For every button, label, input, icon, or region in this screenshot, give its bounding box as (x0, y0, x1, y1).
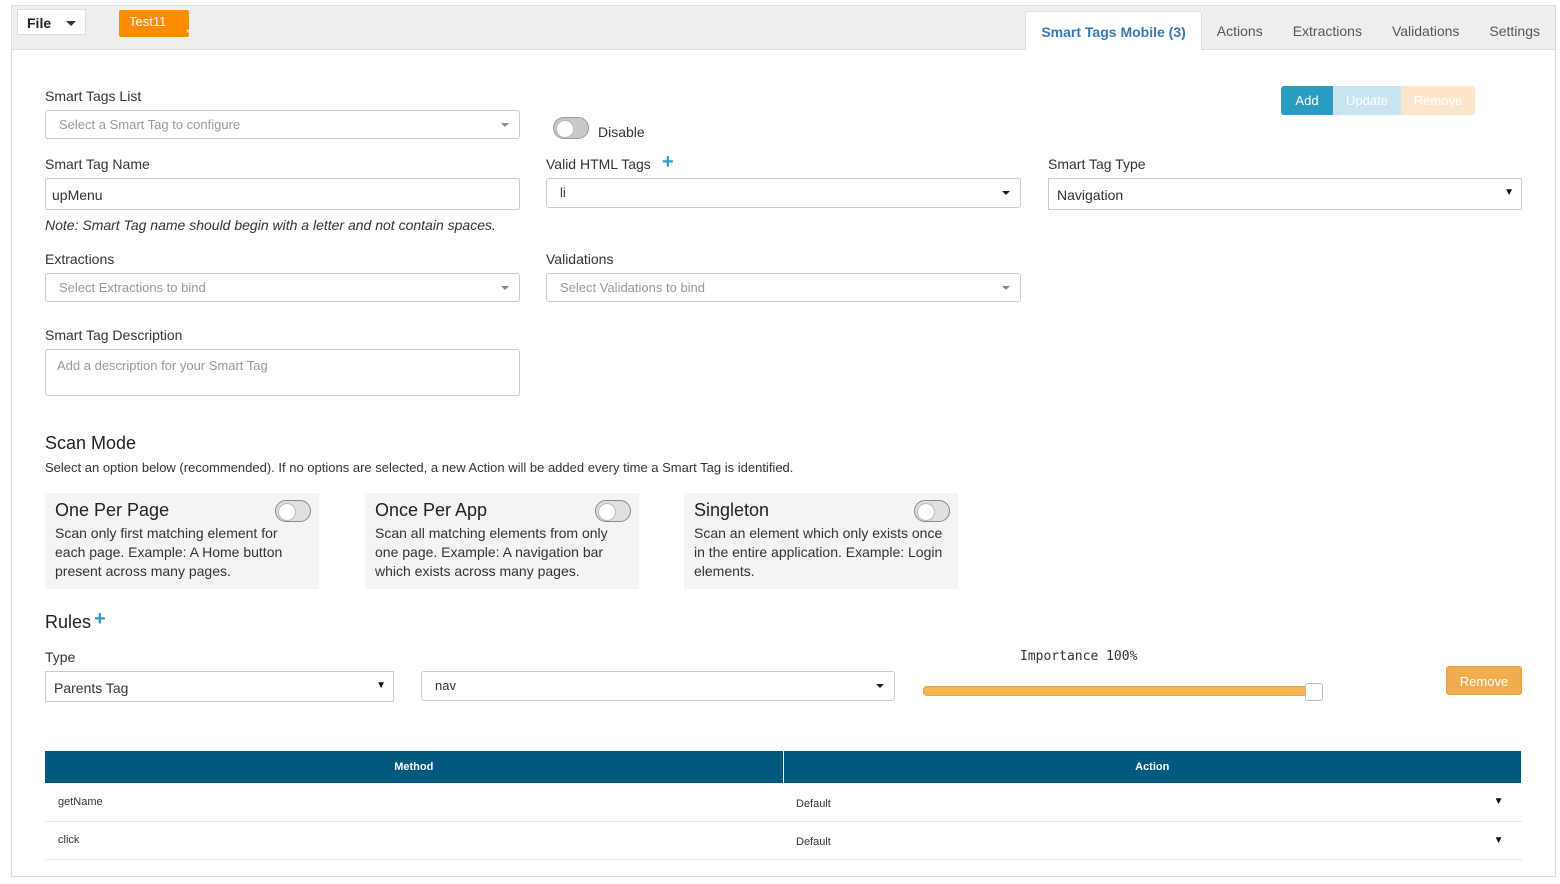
once-per-app-toggle[interactable] (595, 500, 631, 522)
chevron-down-icon (1002, 286, 1010, 290)
method-cell: getName (45, 783, 783, 822)
validations-label: Validations (546, 251, 614, 267)
remove-smart-tag-button[interactable]: Remove (1401, 86, 1475, 115)
importance-slider-handle[interactable] (1305, 683, 1323, 701)
tab-smart-tags-mobile[interactable]: Smart Tags Mobile (3) (1025, 11, 1202, 51)
extractions-label: Extractions (45, 251, 115, 267)
disable-toggle[interactable] (553, 117, 589, 139)
add-html-tag-icon[interactable]: + (662, 151, 674, 174)
valid-html-tags-value: li (560, 185, 566, 200)
file-menu-label: File (27, 15, 52, 31)
scan-mode-option-text: Scan only first matching element for eac… (55, 525, 283, 579)
action-select-value[interactable]: Default (796, 798, 831, 810)
action-cell[interactable]: Default ▼ (783, 783, 1522, 822)
modified-indicator: * (186, 28, 190, 39)
tab-extractions[interactable]: Extractions (1278, 11, 1377, 51)
rule-tag-value: nav (435, 678, 456, 693)
importance-slider-track[interactable] (923, 686, 1323, 696)
chevron-down-icon (501, 286, 509, 290)
remove-rule-button[interactable]: Remove (1446, 666, 1522, 695)
file-menu-button[interactable]: File (17, 9, 86, 35)
chevron-down-icon (1002, 191, 1010, 195)
smart-tag-name-label: Smart Tag Name (45, 156, 150, 172)
smart-tag-type-select[interactable]: Navigation ▼ (1048, 178, 1522, 210)
update-button[interactable]: Update (1333, 86, 1401, 115)
scan-mode-title: Scan Mode (45, 433, 137, 453)
scan-mode-option-text: Scan all matching elements from only one… (375, 525, 608, 579)
project-name: Test11 (129, 14, 167, 29)
extractions-select[interactable]: Select Extractions to bind (45, 273, 520, 302)
rule-tag-select[interactable]: nav (421, 671, 895, 701)
dropdown-arrow-icon: ▼ (1504, 187, 1514, 198)
scan-mode-option-text: Scan an element which only exists once i… (694, 525, 943, 579)
add-rule-icon[interactable]: + (94, 608, 106, 631)
scan-mode-option-title: One Per Page (55, 500, 170, 520)
add-button[interactable]: Add (1281, 86, 1333, 115)
dropdown-arrow-icon: ▼ (1493, 834, 1504, 846)
dropdown-arrow-icon: ▼ (376, 680, 386, 691)
importance-label: Importance 100% (1020, 649, 1138, 664)
tab-validations[interactable]: Validations (1377, 11, 1474, 51)
scan-mode-once-per-app: Once Per App Scan all matching elements … (365, 493, 639, 589)
smart-tags-list-label: Smart Tags List (45, 88, 142, 104)
caret-down-icon (66, 21, 76, 26)
rule-type-label: Type (45, 649, 76, 665)
top-bar: File Test11 * Smart Tags Mobile (3) Acti… (12, 6, 1555, 51)
dropdown-arrow-icon: ▼ (1493, 796, 1504, 807)
rules-title: Rules (45, 612, 92, 632)
scan-mode-description: Select an option below (recommended). If… (45, 460, 794, 475)
table-row: click Default ▼ (45, 821, 1522, 860)
chevron-down-icon (876, 684, 884, 688)
validations-placeholder: Select Validations to bind (560, 280, 706, 295)
tab-settings[interactable]: Settings (1474, 11, 1555, 51)
app-frame: File Test11 * Smart Tags Mobile (3) Acti… (11, 5, 1556, 877)
smart-tags-list-placeholder: Select a Smart Tag to configure (59, 117, 241, 132)
smart-tags-list-select[interactable]: Select a Smart Tag to configure (45, 110, 520, 139)
table-header-row: Method Action (45, 751, 1522, 783)
one-per-page-toggle[interactable] (275, 500, 311, 522)
scan-mode-one-per-page: One Per Page Scan only first matching el… (45, 493, 319, 589)
scan-mode-singleton: Singleton Scan an element which only exi… (684, 493, 958, 589)
rule-type-value: Parents Tag (54, 680, 129, 696)
disable-label: Disable (598, 124, 645, 140)
valid-html-tags-label: Valid HTML Tags (546, 156, 651, 172)
action-cell[interactable]: Default ▼ (783, 821, 1522, 860)
tab-actions[interactable]: Actions (1202, 11, 1278, 51)
smart-tag-type-value: Navigation (1057, 187, 1124, 203)
method-column-header: Method (45, 751, 784, 783)
methods-table: Method Action getName Default ▼ click De… (45, 751, 1522, 860)
smart-tag-name-input[interactable]: upMenu (45, 178, 520, 210)
action-select-value[interactable]: Default (796, 836, 831, 848)
validations-select[interactable]: Select Validations to bind (546, 273, 1021, 302)
rule-type-select[interactable]: Parents Tag ▼ (45, 671, 394, 702)
scan-mode-option-title: Once Per App (375, 500, 488, 520)
main-tabs: Smart Tags Mobile (3) Actions Extraction… (1025, 11, 1555, 51)
action-column-header: Action (783, 751, 1522, 783)
description-label: Smart Tag Description (45, 327, 183, 343)
project-tab[interactable]: Test11 * (119, 10, 190, 39)
description-textarea[interactable]: Add a description for your Smart Tag (45, 349, 520, 396)
smart-tag-name-note: Note: Smart Tag name should begin with a… (45, 217, 496, 233)
chevron-down-icon (501, 123, 509, 127)
scan-mode-option-title: Singleton (694, 500, 770, 520)
method-cell: click (45, 821, 783, 860)
extractions-placeholder: Select Extractions to bind (59, 280, 206, 295)
smart-tag-type-label: Smart Tag Type (1048, 156, 1146, 172)
singleton-toggle[interactable] (914, 500, 950, 522)
table-row: getName Default ▼ (45, 783, 1522, 822)
valid-html-tags-select[interactable]: li (546, 178, 1021, 208)
